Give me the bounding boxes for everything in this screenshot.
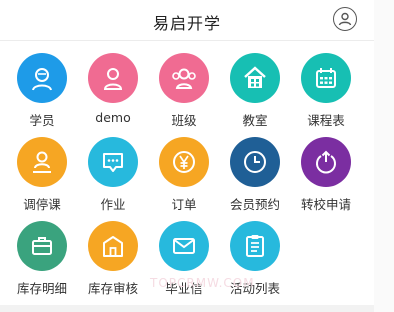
- clipboard-list-icon: [230, 221, 280, 271]
- watermark: TOPCRMW.COM: [150, 276, 255, 290]
- tile-student[interactable]: 学员: [7, 53, 77, 129]
- tile-member-booking[interactable]: 会员预约: [220, 137, 290, 213]
- tile-label: 教室: [242, 113, 268, 128]
- yen-icon: [159, 137, 209, 187]
- tile-inventory-detail[interactable]: 库存明细: [7, 221, 77, 297]
- person-icon: [88, 53, 138, 103]
- student-icon: [17, 53, 67, 103]
- briefcase-icon: [17, 221, 67, 271]
- house-icon: [230, 53, 280, 103]
- tile-label: 订单: [171, 197, 197, 212]
- tile-demo[interactable]: demo: [78, 53, 148, 129]
- building-icon: [88, 221, 138, 271]
- bottom-divider: [0, 305, 374, 312]
- tile-label: 学员: [29, 113, 55, 128]
- tile-label: 会员预约: [229, 197, 280, 212]
- tile-label: 转校申请: [300, 197, 351, 212]
- calendar-icon: [301, 53, 351, 103]
- right-edge-strip: [374, 0, 394, 312]
- tile-classroom[interactable]: 教室: [220, 53, 290, 129]
- person-stop-icon: [17, 137, 67, 187]
- tile-label: 库存审核: [87, 281, 138, 296]
- menu-grid: 学员 demo 班级 教室 课程表 调停课 作业 订单 会员预约 转校申请 库存…: [0, 0, 374, 312]
- tile-label: 课程表: [307, 113, 345, 128]
- tile-timetable[interactable]: 课程表: [291, 53, 361, 129]
- power-icon: [301, 137, 351, 187]
- group-icon: [159, 53, 209, 103]
- tile-reschedule[interactable]: 调停课: [7, 137, 77, 213]
- tile-transfer-request[interactable]: 转校申请: [291, 137, 361, 213]
- tile-class[interactable]: 班级: [149, 53, 219, 129]
- envelope-icon: [159, 221, 209, 271]
- tile-label: 作业: [100, 197, 126, 212]
- tile-label: 库存明细: [16, 281, 67, 296]
- tile-inventory-review[interactable]: 库存审核: [78, 221, 148, 297]
- tile-order[interactable]: 订单: [149, 137, 219, 213]
- tile-label: 调停课: [23, 197, 61, 212]
- message-icon: [88, 137, 138, 187]
- tile-label: demo: [95, 110, 131, 125]
- tile-label: 班级: [171, 113, 197, 128]
- tile-homework[interactable]: 作业: [78, 137, 148, 213]
- clock-icon: [230, 137, 280, 187]
